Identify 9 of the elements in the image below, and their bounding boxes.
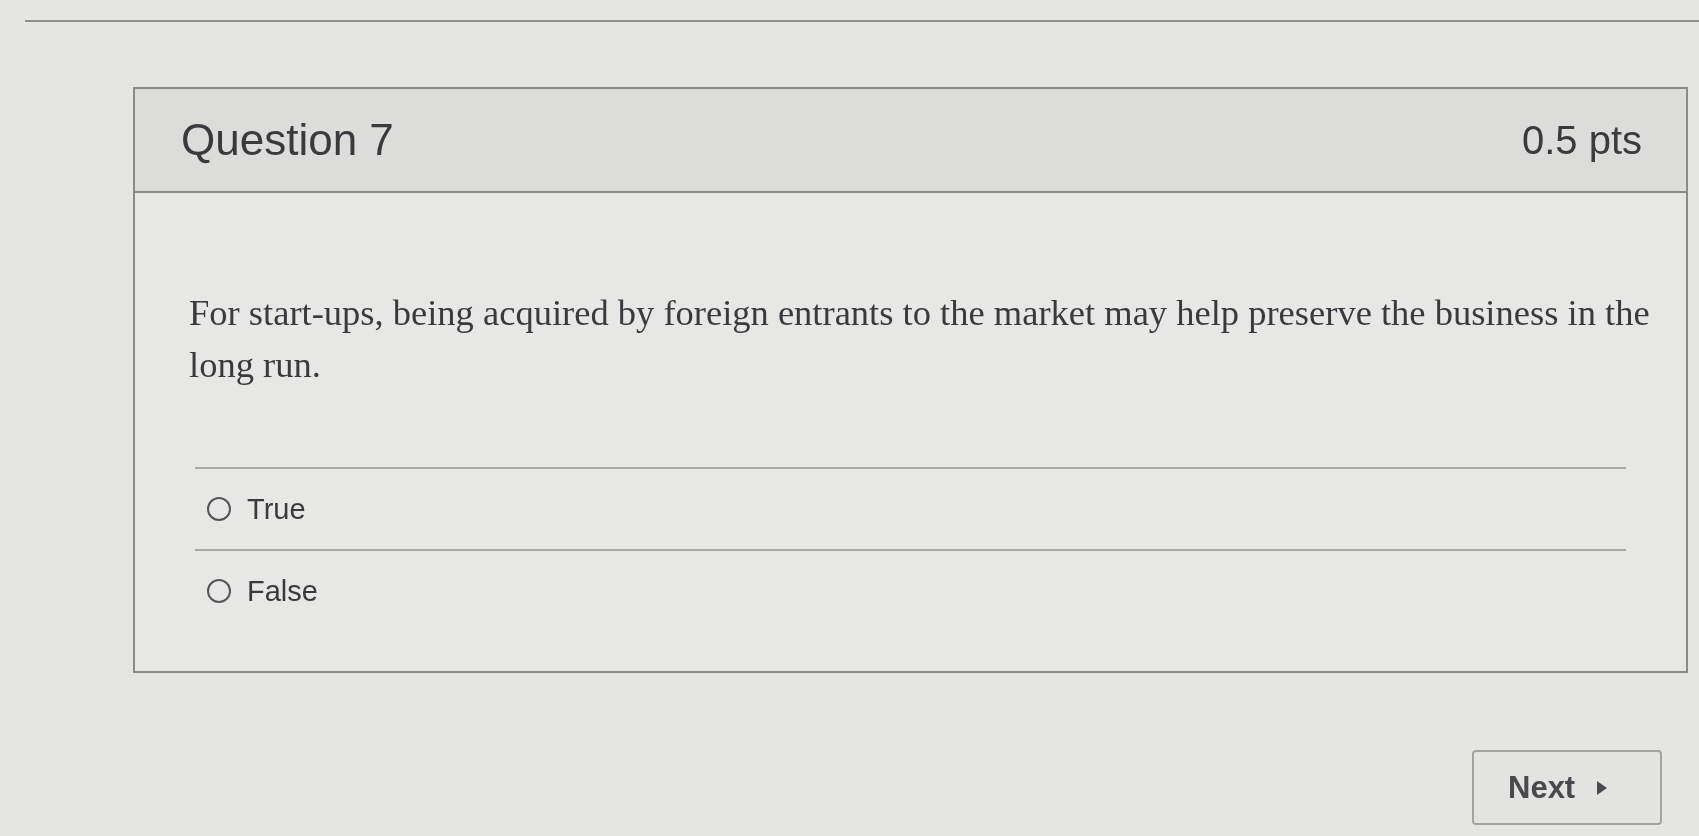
question-title: Question 7	[181, 115, 394, 165]
question-text: For start-ups, being acquired by foreign entrants to the market may help preserve the business in the long run.	[189, 291, 1651, 387]
radio-button[interactable]	[207, 579, 231, 603]
radio-button[interactable]	[207, 497, 231, 521]
caret-icon	[1597, 780, 1608, 795]
answer-label[interactable]: True	[247, 492, 306, 526]
answer-label[interactable]: False	[247, 574, 318, 608]
points-label: 0.5 pts	[1521, 117, 1642, 163]
next-button[interactable]: Next	[1472, 750, 1662, 825]
